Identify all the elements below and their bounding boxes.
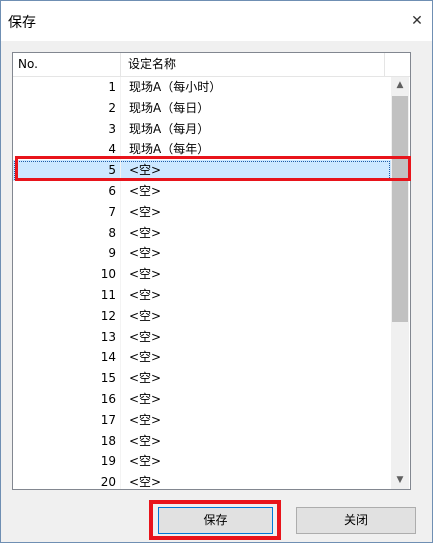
- list-row[interactable]: 4 现场A（每年）: [13, 139, 391, 161]
- list-row[interactable]: 15 <空>: [13, 368, 391, 389]
- row-setting-name: <空>: [129, 433, 162, 448]
- row-setting-name: <空>: [129, 287, 162, 302]
- row-setting-name: 现场A（每日）: [129, 100, 210, 115]
- row-number: 2: [13, 97, 121, 119]
- settings-list[interactable]: No. 设定名称 1 现场A（每小时） 2 现场A（每日） 3 现场A（每月） 4 现场A（每…: [12, 52, 411, 490]
- row-setting-name: 现场A（每年）: [129, 142, 210, 157]
- row-setting-name: <空>: [129, 391, 162, 406]
- row-number: 3: [13, 118, 121, 140]
- close-icon[interactable]: ✕: [402, 7, 432, 35]
- row-number: 8: [13, 222, 121, 244]
- row-number: 15: [13, 368, 121, 389]
- list-row[interactable]: 18 <空>: [13, 430, 391, 452]
- close-button[interactable]: 关闭: [296, 507, 416, 534]
- row-number: 9: [13, 243, 121, 265]
- list-row[interactable]: 13 <空>: [13, 326, 391, 348]
- list-row[interactable]: 3 现场A（每月）: [13, 118, 391, 140]
- list-row[interactable]: 14 <空>: [13, 347, 391, 369]
- row-number: 5: [13, 160, 121, 181]
- list-row[interactable]: 7 <空>: [13, 201, 391, 223]
- list-row[interactable]: 9 <空>: [13, 243, 391, 265]
- row-setting-name: <空>: [129, 350, 162, 365]
- list-row[interactable]: 5 <空>: [13, 160, 391, 181]
- list-rows: 1 现场A（每小时） 2 现场A（每日） 3 现场A（每月） 4 现场A（每年） 5 <空> 6 <空…: [13, 77, 391, 489]
- row-setting-name: <空>: [129, 183, 162, 198]
- list-row[interactable]: 6 <空>: [13, 180, 391, 202]
- column-header-name[interactable]: 设定名称: [121, 53, 385, 76]
- title-bar: 保存 ✕: [1, 1, 432, 41]
- row-number: 13: [13, 326, 121, 348]
- row-number: 19: [13, 451, 121, 473]
- scrollbar-thumb[interactable]: [392, 96, 408, 322]
- row-setting-name: <空>: [129, 308, 162, 323]
- row-setting-name: <空>: [129, 204, 162, 219]
- row-number: 11: [13, 284, 121, 306]
- row-number: 16: [13, 388, 121, 410]
- dialog-title: 保存: [8, 15, 36, 31]
- list-row[interactable]: 10 <空>: [13, 264, 391, 285]
- row-setting-name: <空>: [129, 475, 162, 489]
- row-number: 1: [13, 77, 121, 98]
- scroll-up-icon[interactable]: ▲: [391, 77, 409, 94]
- list-row[interactable]: 16 <空>: [13, 388, 391, 410]
- row-number: 4: [13, 139, 121, 161]
- row-setting-name: <空>: [129, 225, 162, 240]
- row-number: 14: [13, 347, 121, 369]
- row-number: 17: [13, 409, 121, 431]
- list-row[interactable]: 12 <空>: [13, 305, 391, 327]
- row-number: 6: [13, 180, 121, 202]
- list-row[interactable]: 8 <空>: [13, 222, 391, 244]
- row-number: 10: [13, 264, 121, 285]
- list-row[interactable]: 17 <空>: [13, 409, 391, 431]
- row-number: 20: [13, 472, 121, 489]
- row-number: 18: [13, 430, 121, 452]
- save-button[interactable]: 保存: [158, 507, 273, 534]
- row-setting-name: <空>: [129, 412, 162, 427]
- vertical-scrollbar[interactable]: ▲ ▼: [391, 77, 409, 489]
- list-header: No. 设定名称: [13, 53, 410, 77]
- scroll-down-icon[interactable]: ▼: [391, 472, 409, 489]
- save-dialog: 保存 ✕ No. 设定名称 1 现场A（每小时） 2 现场A（每日） 3 现场A（每月） 4…: [0, 0, 433, 543]
- list-row[interactable]: 1 现场A（每小时）: [13, 77, 391, 98]
- row-setting-name: <空>: [129, 371, 162, 386]
- list-row[interactable]: 2 现场A（每日）: [13, 97, 391, 119]
- row-setting-name: <空>: [129, 163, 162, 178]
- column-header-no[interactable]: No.: [13, 53, 121, 76]
- list-row[interactable]: 19 <空>: [13, 451, 391, 473]
- row-setting-name: <空>: [129, 329, 162, 344]
- row-setting-name: 现场A（每小时）: [129, 80, 222, 94]
- list-row[interactable]: 20 <空>: [13, 472, 391, 489]
- row-setting-name: <空>: [129, 267, 162, 282]
- row-number: 12: [13, 305, 121, 327]
- row-setting-name: <空>: [129, 246, 162, 261]
- row-setting-name: <空>: [129, 454, 162, 469]
- list-row[interactable]: 11 <空>: [13, 284, 391, 306]
- row-setting-name: 现场A（每月）: [129, 121, 210, 136]
- row-number: 7: [13, 201, 121, 223]
